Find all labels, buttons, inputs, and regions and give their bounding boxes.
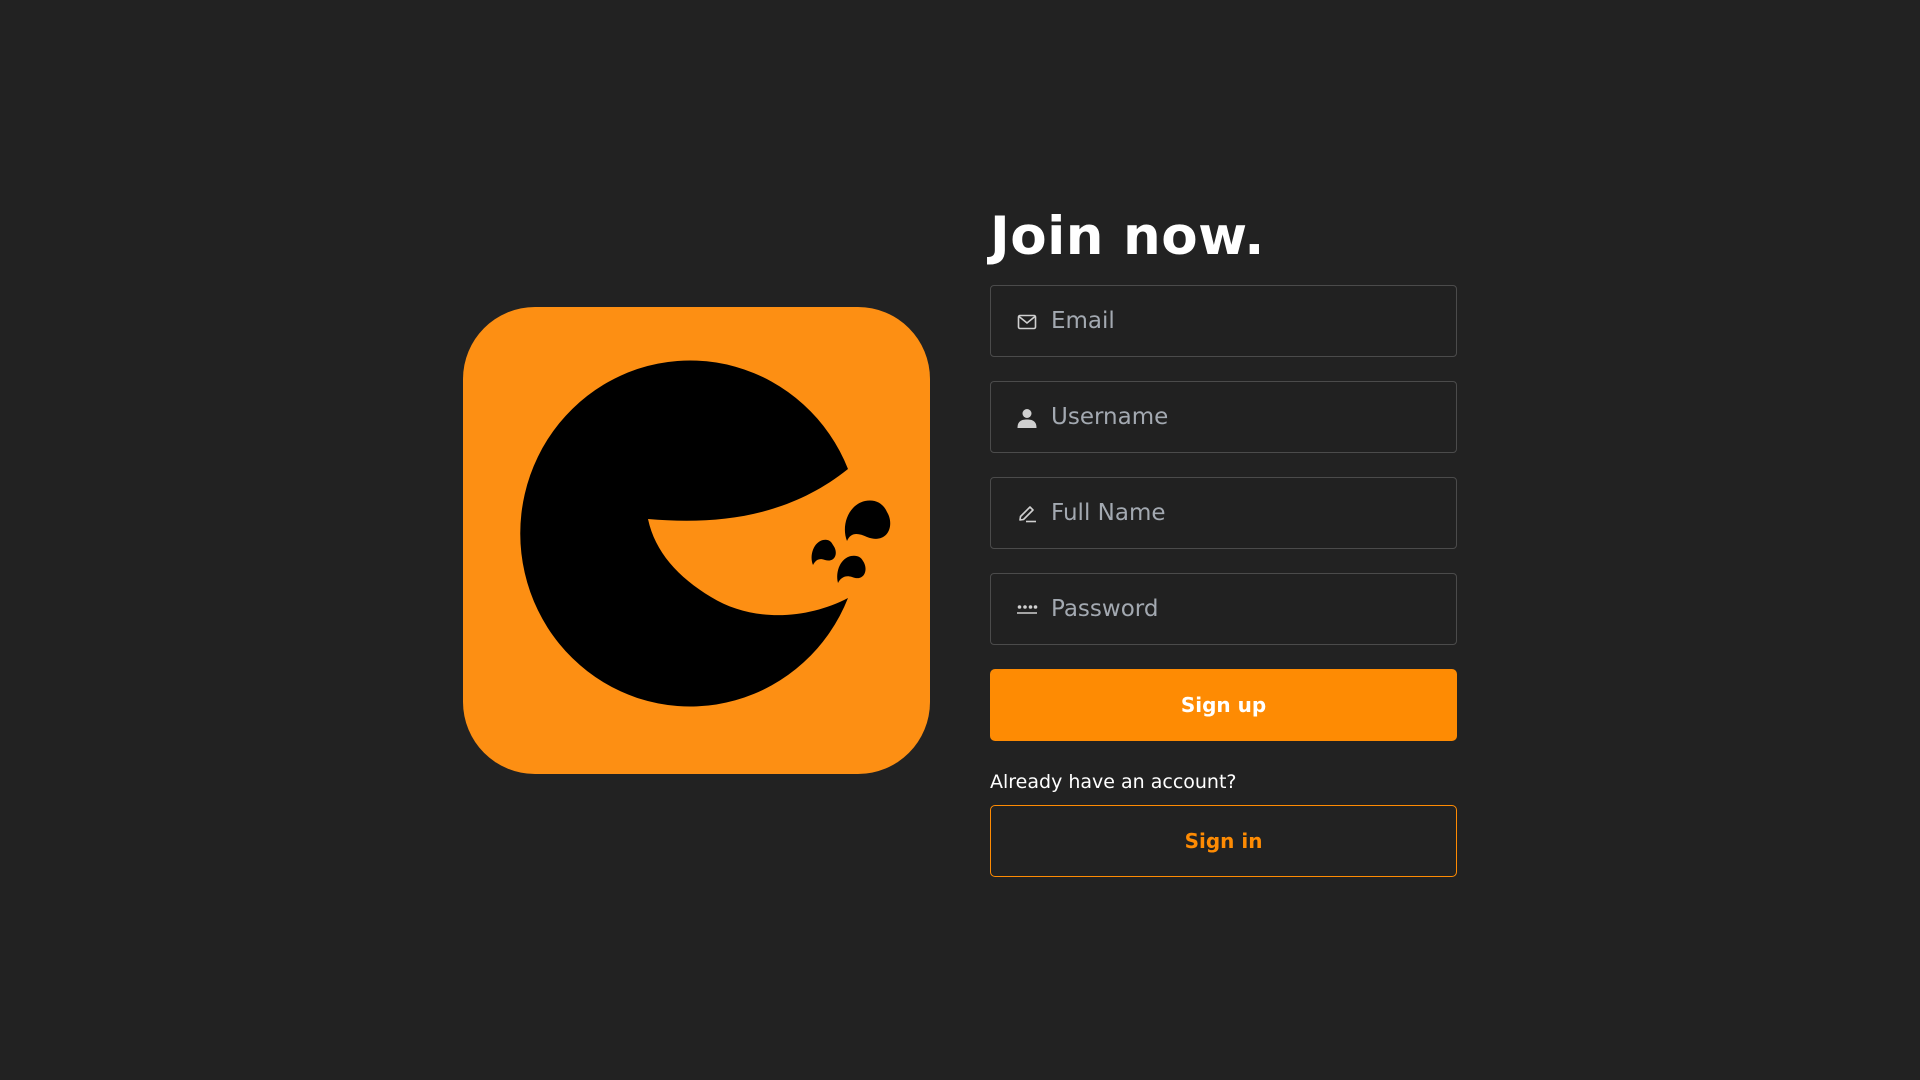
app-logo [463, 307, 930, 774]
sign-up-button[interactable]: Sign up [990, 669, 1457, 741]
envelope-icon [1016, 311, 1038, 333]
email-input[interactable] [1051, 286, 1441, 356]
sign-in-button[interactable]: Sign in [990, 805, 1457, 877]
person-icon [1016, 407, 1038, 429]
email-field[interactable] [990, 285, 1457, 357]
fullname-field[interactable] [990, 477, 1457, 549]
fullname-input[interactable] [1051, 478, 1441, 548]
page-title: Join now. [990, 206, 1265, 267]
password-dots-icon [1016, 599, 1038, 621]
password-input[interactable] [1051, 574, 1441, 644]
password-field[interactable] [990, 573, 1457, 645]
signup-form: Join now. Sign up Already have an accoun… [990, 202, 1457, 877]
pencil-icon [1016, 503, 1038, 525]
username-field[interactable] [990, 381, 1457, 453]
signin-prompt: Already have an account? [990, 771, 1237, 793]
username-input[interactable] [1051, 382, 1441, 452]
